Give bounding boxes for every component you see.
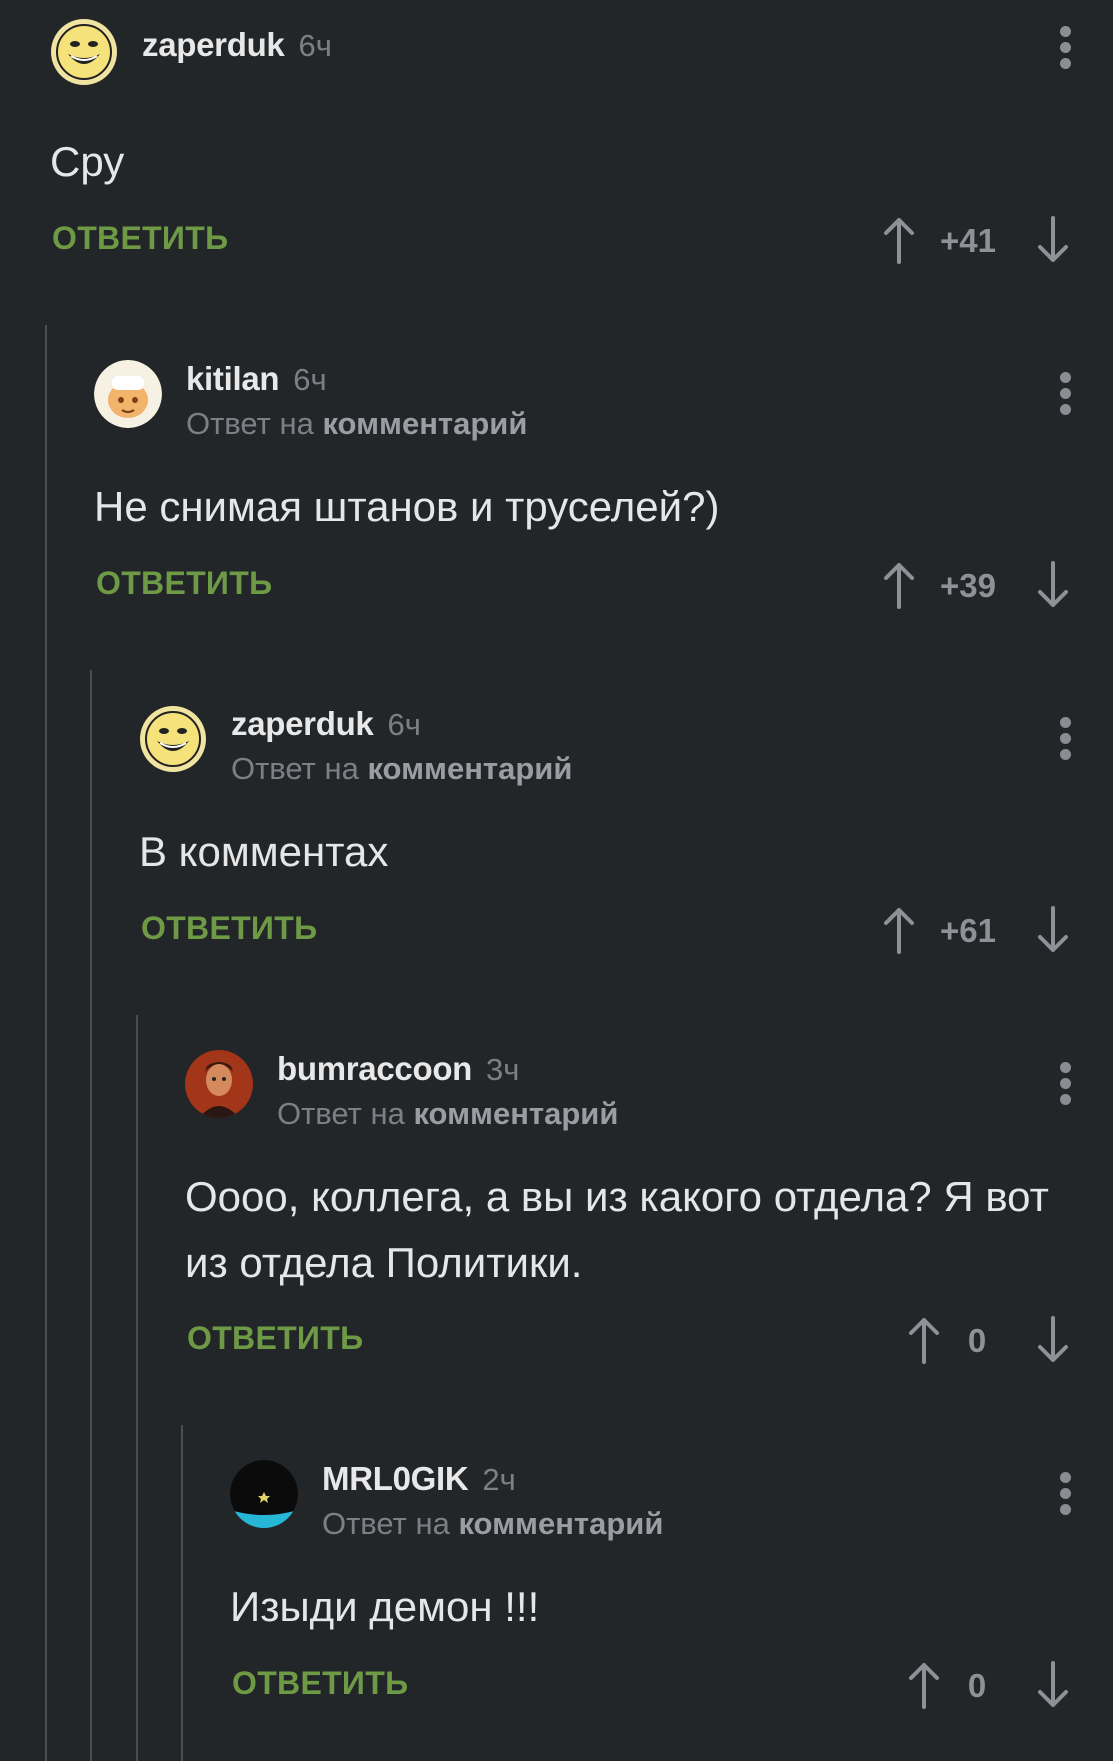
reply-button[interactable]: ОТВЕТИТЬ <box>52 220 228 257</box>
vote-score: +41 <box>940 222 996 259</box>
reply-to-link[interactable]: комментарий <box>367 751 572 786</box>
photo-avatar[interactable] <box>185 1050 253 1118</box>
reply-to-link[interactable]: комментарий <box>458 1506 663 1541</box>
vote-score: +61 <box>940 912 996 949</box>
reply-to-label: Ответ на комментарий <box>322 1506 663 1542</box>
upvote-icon[interactable] <box>882 561 916 609</box>
comment-text: Сру <box>50 138 125 185</box>
thread-line <box>136 1015 138 1761</box>
upvote-icon[interactable] <box>882 906 916 954</box>
thread-line <box>181 1425 183 1761</box>
username[interactable]: kitilan <box>186 360 280 398</box>
reply-to-prefix: Ответ на <box>186 406 314 441</box>
reply-button[interactable]: ОТВЕТИТЬ <box>187 1320 363 1357</box>
username[interactable]: zaperduk <box>231 705 374 743</box>
reply-to-label: Ответ на комментарий <box>186 406 527 442</box>
reply-to-prefix: Ответ на <box>231 751 359 786</box>
comment-text: Изыди демон !!! <box>230 1583 540 1630</box>
thread-line <box>90 670 92 1761</box>
timestamp: 6ч <box>293 362 327 397</box>
reply-to-link[interactable]: комментарий <box>413 1096 618 1131</box>
cartoon-avatar[interactable] <box>94 360 162 428</box>
timestamp: 6ч <box>387 707 421 742</box>
vote-score: 0 <box>967 1667 987 1704</box>
comment: bumraccoon 3ч Ответ на комментарий Оооо,… <box>185 1050 1113 1380</box>
reply-button[interactable]: ОТВЕТИТЬ <box>232 1665 408 1702</box>
more-options-icon[interactable] <box>1060 1472 1072 1516</box>
reply-to-link[interactable]: комментарий <box>322 406 527 441</box>
more-options-icon[interactable] <box>1060 717 1072 761</box>
thread-line <box>45 325 47 1761</box>
more-options-icon[interactable] <box>1060 372 1072 416</box>
vote-score: +39 <box>940 567 996 604</box>
upvote-icon[interactable] <box>907 1661 941 1709</box>
reply-to-label: Ответ на комментарий <box>231 751 572 787</box>
username[interactable]: zaperduk <box>142 26 285 64</box>
upvote-icon[interactable] <box>882 216 916 264</box>
reply-to-prefix: Ответ на <box>322 1506 450 1541</box>
timestamp: 6ч <box>298 28 332 63</box>
comment: MRL0GIK 2ч Ответ на комментарий Изыди де… <box>230 1460 1113 1720</box>
downvote-icon[interactable] <box>1036 906 1070 954</box>
dark-avatar[interactable] <box>230 1460 298 1528</box>
downvote-icon[interactable] <box>1036 216 1070 264</box>
troll-face-avatar[interactable] <box>50 18 118 86</box>
reply-to-label: Ответ на комментарий <box>277 1096 618 1132</box>
comment: zaperduk 6ч Ответ на комментарий В комме… <box>139 705 1113 965</box>
timestamp: 3ч <box>486 1052 520 1087</box>
downvote-icon[interactable] <box>1036 561 1070 609</box>
comment-text: В комментах <box>139 828 389 875</box>
downvote-icon[interactable] <box>1036 1661 1070 1709</box>
vote-score: 0 <box>967 1322 987 1359</box>
comment: kitilan 6ч Ответ на комментарий Не снима… <box>94 360 1113 620</box>
comment: zaperduk 6ч Сру ОТВЕТИТЬ +41 <box>50 18 1113 278</box>
comment-text: Оооо, коллега, а вы из какого отдела? Я … <box>185 1173 1049 1286</box>
upvote-icon[interactable] <box>907 1316 941 1364</box>
comment-text: Не снимая штанов и труселей?) <box>94 483 720 530</box>
more-options-icon[interactable] <box>1060 1062 1072 1106</box>
more-options-icon[interactable] <box>1060 26 1072 70</box>
reply-to-prefix: Ответ на <box>277 1096 405 1131</box>
username[interactable]: MRL0GIK <box>322 1460 469 1498</box>
reply-button[interactable]: ОТВЕТИТЬ <box>96 565 272 602</box>
troll-face-avatar[interactable] <box>139 705 207 773</box>
downvote-icon[interactable] <box>1036 1316 1070 1364</box>
reply-button[interactable]: ОТВЕТИТЬ <box>141 910 317 947</box>
timestamp: 2ч <box>482 1462 516 1497</box>
username[interactable]: bumraccoon <box>277 1050 472 1088</box>
